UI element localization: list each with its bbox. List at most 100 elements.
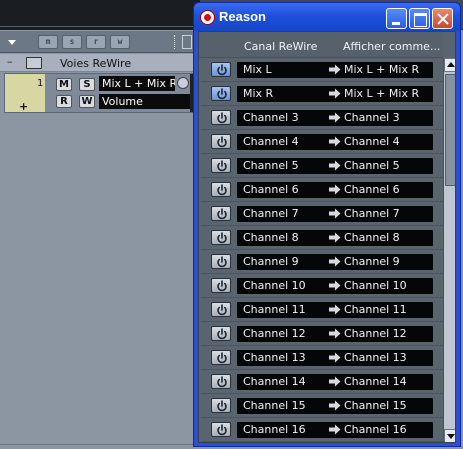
folder-icon[interactable]	[26, 57, 42, 69]
right-arrow-icon	[329, 88, 341, 99]
reason-app-icon[interactable]	[200, 10, 215, 25]
channel-row[interactable]: Channel 6 Channel 6	[199, 178, 443, 202]
channel-row[interactable]: Channel 15 Channel 15	[199, 394, 443, 418]
channel-row[interactable]: Channel 12 Channel 12	[199, 322, 443, 346]
channel-routing-field[interactable]: Channel 15 Channel 15	[237, 398, 433, 414]
channel-routing-field[interactable]: Channel 11 Channel 11	[237, 302, 433, 318]
channel-routing-field[interactable]: Channel 9 Channel 9	[237, 254, 433, 270]
channel-routing-field[interactable]: Channel 16 Channel 16	[237, 422, 433, 438]
power-icon[interactable]	[211, 86, 231, 101]
track-channel-field[interactable]: Mix L + Mix R	[99, 76, 175, 91]
track-write-button[interactable]: W	[79, 95, 95, 108]
channel-source-label: Channel 11	[243, 303, 306, 316]
channel-routing-field[interactable]: Mix R Mix L + Mix R	[237, 86, 433, 102]
channel-routing-field[interactable]: Channel 13 Channel 13	[237, 350, 433, 366]
power-icon[interactable]	[211, 182, 231, 197]
channel-routing-field[interactable]: Channel 3 Channel 3	[237, 110, 433, 126]
channel-row[interactable]: Channel 13 Channel 13	[199, 346, 443, 370]
expand-track-icon[interactable]: +	[19, 100, 28, 113]
power-icon[interactable]	[211, 326, 231, 341]
right-arrow-icon	[329, 232, 341, 243]
channel-row[interactable]: Mix R Mix L + Mix R	[199, 82, 443, 106]
channel-source-label: Channel 14	[243, 375, 306, 388]
toolbar-separator	[174, 35, 176, 49]
right-arrow-icon	[329, 184, 341, 195]
channel-display-label: Channel 3	[344, 111, 400, 124]
channel-row[interactable]: Channel 4 Channel 4	[199, 130, 443, 154]
channel-source-label: Channel 3	[243, 111, 299, 124]
channel-row[interactable]: Channel 9 Channel 9	[199, 250, 443, 274]
channel-routing-field[interactable]: Channel 6 Channel 6	[237, 182, 433, 198]
right-arrow-icon	[329, 304, 341, 315]
track-number: 1	[37, 78, 44, 89]
maximize-button[interactable]	[409, 8, 430, 29]
power-icon[interactable]	[211, 254, 231, 269]
toolbar-read-all-button[interactable]: r	[86, 35, 106, 49]
scroll-down-icon[interactable]	[444, 429, 455, 442]
collapse-icon[interactable]: –	[7, 55, 13, 68]
power-icon[interactable]	[211, 278, 231, 293]
channel-row[interactable]: Channel 3 Channel 3	[199, 106, 443, 130]
toolbar-window-toggle-icon[interactable]	[182, 35, 192, 49]
track-read-button[interactable]: R	[56, 95, 72, 108]
power-icon[interactable]	[211, 110, 231, 125]
scroll-thumb[interactable]	[445, 74, 455, 186]
channel-row[interactable]: Channel 7 Channel 7	[199, 202, 443, 226]
channel-routing-field[interactable]: Channel 12 Channel 12	[237, 326, 433, 342]
channel-row[interactable]: Channel 8 Channel 8	[199, 226, 443, 250]
power-icon[interactable]	[211, 350, 231, 365]
power-icon[interactable]	[211, 422, 231, 437]
toolbar-solo-all-button[interactable]: s	[62, 35, 82, 49]
channel-row[interactable]: Channel 5 Channel 5	[199, 154, 443, 178]
project-ruler-strip	[0, 0, 200, 30]
channel-routing-field[interactable]: Channel 7 Channel 7	[237, 206, 433, 222]
channel-display-label: Channel 6	[344, 183, 400, 196]
track-automation-field[interactable]: Volume	[99, 94, 191, 109]
close-button[interactable]	[432, 8, 453, 29]
toolbar-write-all-button[interactable]: w	[110, 35, 130, 49]
channel-display-label: Channel 9	[344, 255, 400, 268]
rewire-channel-list: Mix L Mix L + Mix R Mix R Mix L + Mix R Chan…	[199, 58, 443, 442]
minimize-button[interactable]	[386, 8, 407, 29]
channel-row[interactable]: Mix L Mix L + Mix R	[199, 58, 443, 82]
power-icon[interactable]	[211, 398, 231, 413]
power-icon[interactable]	[211, 158, 231, 173]
channel-display-label: Channel 16	[344, 423, 407, 436]
channel-routing-field[interactable]: Channel 10 Channel 10	[237, 278, 433, 294]
channel-routing-field[interactable]: Channel 4 Channel 4	[237, 134, 433, 150]
vertical-scrollbar[interactable]	[443, 58, 455, 442]
track-knob-icon[interactable]	[177, 77, 189, 89]
channel-routing-field[interactable]: Channel 8 Channel 8	[237, 230, 433, 246]
toolbar-mute-all-button[interactable]: m	[38, 35, 58, 49]
window-title: Reason	[219, 9, 266, 24]
power-icon[interactable]	[211, 374, 231, 389]
power-icon[interactable]	[211, 62, 231, 77]
channel-display-label: Channel 14	[344, 375, 407, 388]
channel-display-label: Channel 5	[344, 159, 400, 172]
power-icon[interactable]	[211, 302, 231, 317]
rewire-channel-panel: Canal ReWire Afficher comme... Mix L Mix …	[198, 31, 456, 443]
power-icon[interactable]	[211, 206, 231, 221]
channel-row[interactable]: Channel 11 Channel 11	[199, 298, 443, 322]
scroll-up-icon[interactable]	[444, 58, 455, 72]
channel-routing-field[interactable]: Channel 14 Channel 14	[237, 374, 433, 390]
dropdown-arrow-icon[interactable]	[8, 40, 16, 45]
channel-routing-field[interactable]: Mix L Mix L + Mix R	[237, 62, 433, 78]
right-arrow-icon	[329, 352, 341, 363]
column-header: Canal ReWire Afficher comme...	[199, 32, 443, 58]
window-titlebar[interactable]: Reason	[194, 3, 460, 31]
right-arrow-icon	[329, 424, 341, 435]
track-mute-button[interactable]: M	[56, 78, 72, 91]
channel-row[interactable]: Channel 16 Channel 16	[199, 418, 443, 442]
channel-display-label: Channel 8	[344, 231, 400, 244]
track-solo-button[interactable]: S	[79, 78, 95, 91]
channel-source-label: Channel 12	[243, 327, 306, 340]
channel-routing-field[interactable]: Channel 5 Channel 5	[237, 158, 433, 174]
power-icon[interactable]	[211, 134, 231, 149]
right-arrow-icon	[329, 376, 341, 387]
channel-row[interactable]: Channel 10 Channel 10	[199, 274, 443, 298]
rewire-track[interactable]: 1 + M S R W Mix L + Mix R Volume	[4, 73, 197, 113]
channel-row[interactable]: Channel 14 Channel 14	[199, 370, 443, 394]
power-icon[interactable]	[211, 230, 231, 245]
channel-source-label: Mix R	[243, 87, 274, 100]
